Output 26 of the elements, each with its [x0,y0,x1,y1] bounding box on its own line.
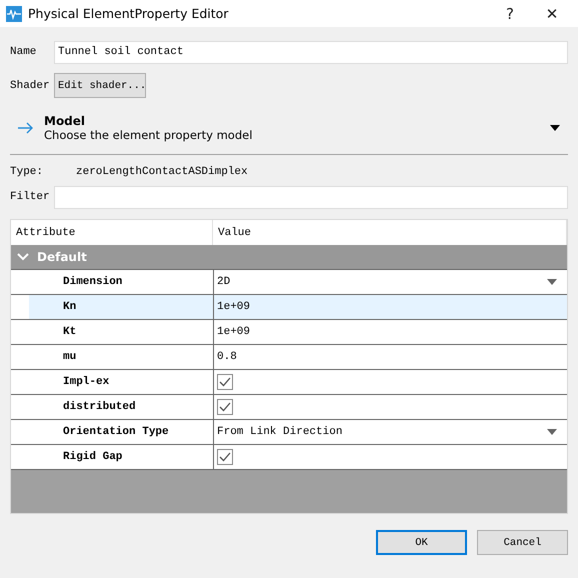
cancel-button[interactable]: Cancel [477,530,568,555]
ok-button[interactable]: OK [376,530,467,555]
field-label: Type: [10,166,44,178]
checkbox[interactable] [217,449,233,465]
field-label: Filter [10,191,48,203]
window-title: Physical ElementProperty Editor [28,6,230,21]
edit-shader-button[interactable]: Edit shader... [54,73,146,98]
arrow-icon [18,122,34,134]
checkbox[interactable] [217,374,233,390]
value-cell[interactable]: 1e+09 [213,295,567,319]
attribute-cell: Kn [29,295,213,319]
help-button[interactable]: ? [492,0,528,27]
field-label: Shader [10,80,48,92]
close-button[interactable]: ✕ [534,0,570,27]
app-logo-icon [6,6,22,22]
type-value: zeroLengthContactASDimplex [76,166,248,178]
checkbox[interactable] [217,399,233,415]
name-field[interactable]: Tunnel soil contact [54,40,568,64]
filter-field[interactable] [54,186,568,208]
dropdown-arrow-icon [547,279,557,285]
expand-toggle[interactable] [550,125,560,131]
section-title: Model [44,114,86,128]
section-subtitle: Choose the element property model [44,128,254,142]
chevron-icon [17,253,29,261]
field-label: Name [10,46,38,58]
dropdown-arrow-icon [547,429,557,435]
